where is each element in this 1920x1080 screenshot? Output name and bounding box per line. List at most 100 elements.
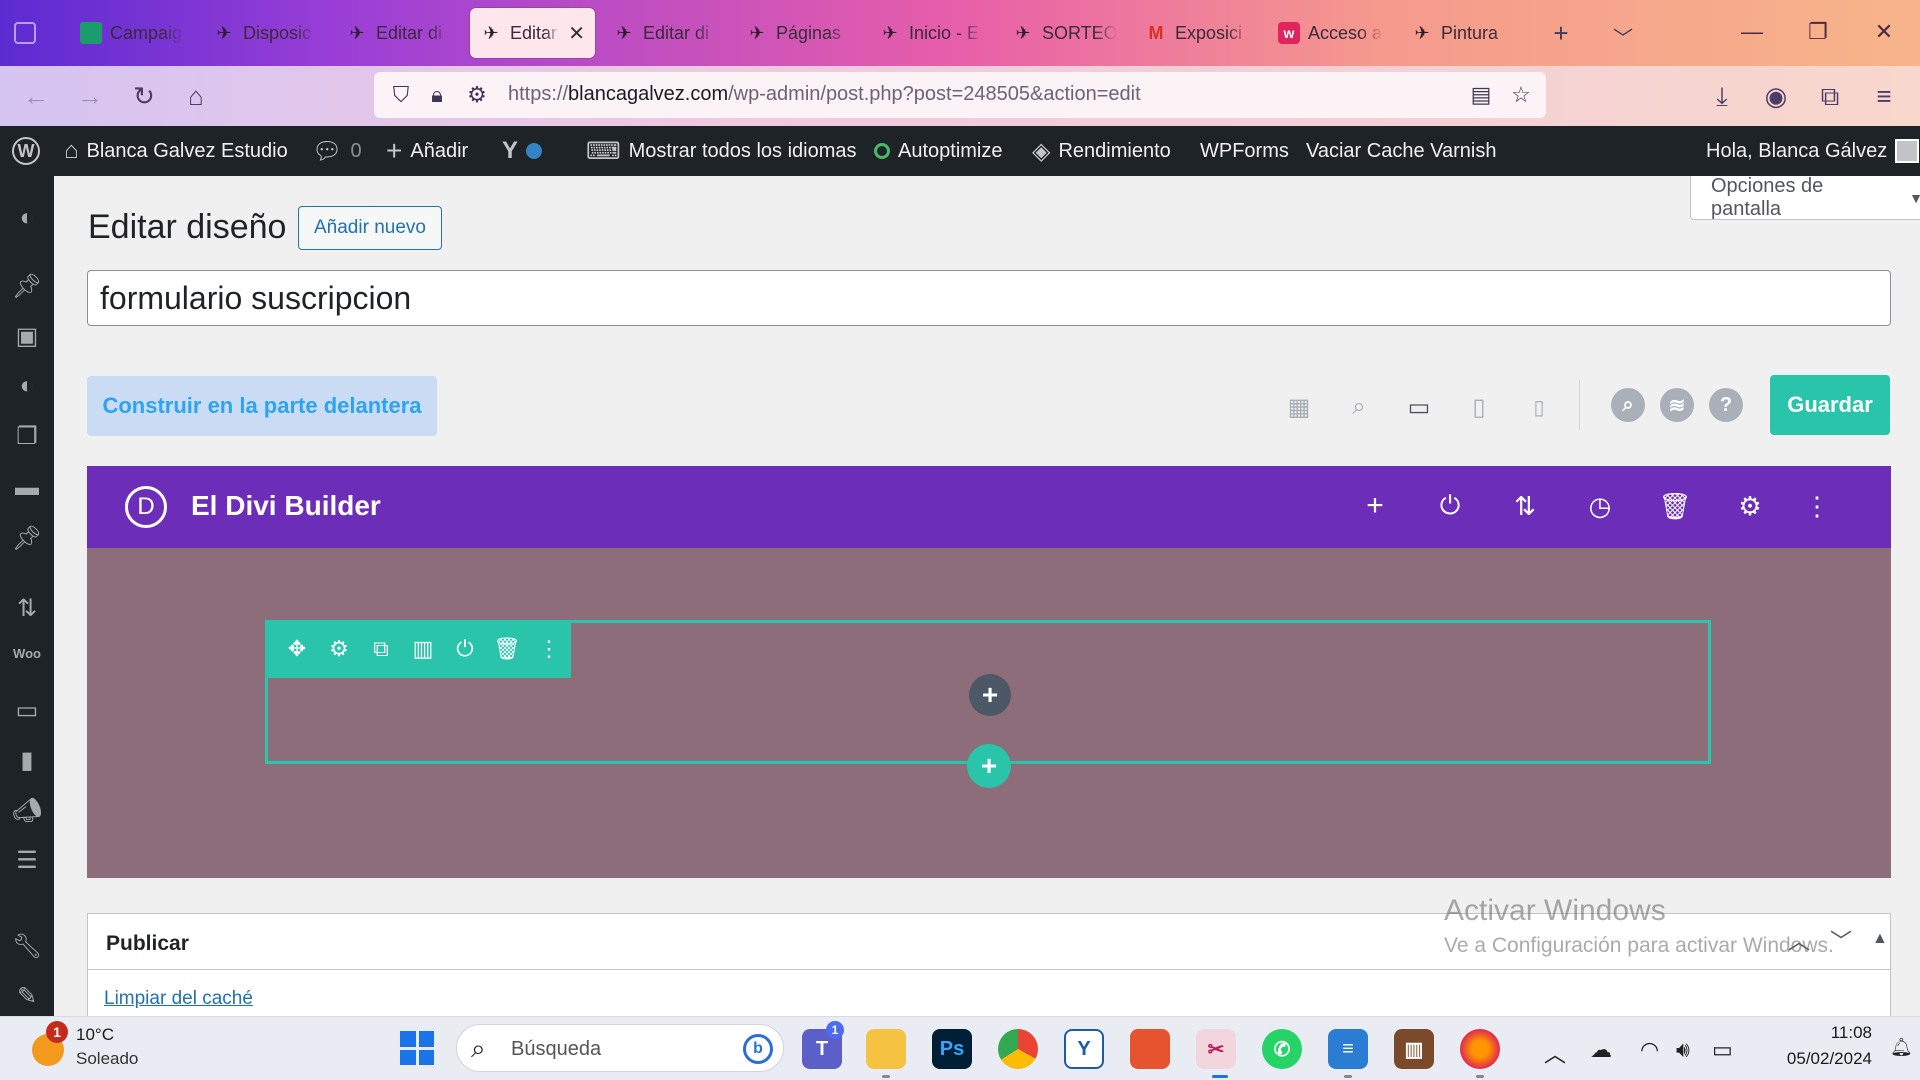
clear-cache-link[interactable]: Limpiar del caché (104, 988, 253, 1010)
volume-icon[interactable]: 🔊︎ (1676, 1037, 1690, 1063)
admin-bar-performance[interactable]: ◈ Rendimiento (1032, 126, 1171, 176)
browser-tab[interactable]: w Acceso a (1268, 8, 1393, 58)
add-row-button[interactable]: + (967, 744, 1011, 788)
post-title-input[interactable] (87, 270, 1891, 326)
tab-list-chevron-icon[interactable]: ﹀ (1608, 22, 1638, 51)
admin-bar-yoast[interactable]: Y (502, 126, 543, 176)
forms-list-icon[interactable]: ☰ (0, 846, 54, 875)
comments-icon[interactable]: ▬ (0, 474, 54, 502)
columns-icon[interactable]: ▥ (409, 636, 437, 662)
save-to-library-icon[interactable]: ⏻ (1432, 488, 1468, 524)
admin-bar-wpforms[interactable]: WPForms (1200, 126, 1289, 176)
tray-chevron-icon[interactable]: ︿ (1544, 1037, 1566, 1069)
minimize-icon[interactable]: — (1724, 14, 1780, 50)
taskbar-search[interactable]: ⌕ Búsqueda b (456, 1024, 784, 1072)
menu-hamburger-icon[interactable]: ≡ (1868, 80, 1900, 112)
browser-tab[interactable]: ✈ Inicio - E (869, 8, 994, 58)
clear-layout-trash-icon[interactable]: 🗑︎ (1657, 488, 1693, 524)
file-explorer-icon[interactable] (866, 1029, 906, 1069)
posts-pin-icon[interactable]: 📌︎ (0, 272, 54, 301)
reader-view-icon[interactable]: ▤ (1468, 82, 1494, 108)
pin-icon[interactable]: 📌︎ (0, 524, 54, 553)
extensions-icon[interactable]: ⧉ (1814, 80, 1846, 112)
lock-icon[interactable]: 🔒︎ (424, 82, 450, 108)
zoom-icon[interactable]: ⌕ (1344, 392, 1374, 422)
browser-tab[interactable]: ✈ Disposic (203, 8, 328, 58)
whatsapp-icon[interactable]: ✆ (1262, 1029, 1302, 1069)
weather-temperature[interactable]: 10°C (76, 1025, 114, 1045)
move-up-chevron-icon[interactable]: ︿ (1788, 924, 1810, 956)
dashboard-icon[interactable]: ◐ (0, 204, 54, 232)
reload-icon[interactable]: ↻ (128, 80, 160, 112)
gauge-icon[interactable]: ◐ (0, 372, 54, 400)
layers-icon[interactable]: ≋ (1660, 388, 1694, 422)
collapse-caret-icon[interactable]: ▲ (1872, 930, 1888, 948)
browser-tab-active[interactable]: ✈ Editar ✕ (470, 8, 595, 58)
firefox-icon[interactable] (1460, 1029, 1500, 1069)
layout-icon[interactable]: ▦ (1284, 392, 1314, 422)
desktop-view-icon[interactable]: ▭ (1404, 392, 1434, 422)
shield-icon[interactable]: ⛉ (388, 82, 414, 108)
wordpress-logo-icon[interactable]: W (12, 126, 40, 176)
stats-bar-icon[interactable]: ▮ (0, 746, 54, 775)
archive-icon[interactable]: ▭ (0, 696, 54, 725)
save-button[interactable]: Guardar (1770, 375, 1890, 435)
permissions-icon[interactable]: ⚙ (464, 82, 490, 108)
media-icon[interactable]: ▣ (0, 322, 54, 351)
history-icon[interactable]: ◷ (1582, 488, 1618, 524)
move-icon[interactable]: ✥ (283, 636, 311, 662)
onedrive-cloud-icon[interactable]: ☁ (1590, 1037, 1612, 1063)
address-bar[interactable]: ⛉ 🔒︎ ⚙ https://blancagalvez.com/wp-admin… (374, 72, 1546, 118)
browser-tab[interactable]: ✈ Pintura (1401, 8, 1526, 58)
close-window-icon[interactable]: ✕ (1856, 14, 1912, 50)
battery-icon[interactable]: ▭ (1712, 1037, 1733, 1063)
tablet-view-icon[interactable]: ▯ (1464, 392, 1494, 422)
forward-icon[interactable]: → (74, 80, 106, 112)
bookmark-star-icon[interactable]: ☆ (1508, 82, 1534, 108)
add-new-button[interactable]: Añadir nuevo (298, 206, 442, 250)
books-icon[interactable]: ▥ (1394, 1029, 1434, 1069)
admin-bar-varnish[interactable]: Vaciar Cache Varnish (1306, 126, 1496, 176)
admin-bar-site[interactable]: ⌂ Blanca Galvez Estudio (64, 126, 288, 176)
build-on-front-button[interactable]: Construir en la parte delantera (87, 376, 437, 436)
snipping-tool-icon[interactable]: ✂ (1196, 1029, 1236, 1069)
plugins-icon[interactable]: ✎ (0, 982, 54, 1011)
chrome-icon[interactable] (998, 1029, 1038, 1069)
clock-time[interactable]: 11:08 (1800, 1023, 1872, 1043)
admin-bar-add[interactable]: + Añadir (386, 126, 468, 176)
phone-view-icon[interactable]: ▯ (1524, 392, 1554, 422)
restore-icon[interactable]: ❐ (1790, 14, 1846, 50)
browser-tab[interactable]: ✈ SORTEO (1002, 8, 1127, 58)
browser-tab[interactable]: Campaig (70, 8, 195, 58)
pages-icon[interactable]: ❐ (0, 422, 54, 451)
save-module-icon[interactable]: ⏻ (451, 636, 479, 662)
download-icon[interactable]: ⤓ (1706, 80, 1738, 112)
browser-tab[interactable]: ✈ Editar di (336, 8, 461, 58)
more-options-icon[interactable]: ⋮ (1799, 488, 1835, 524)
yammer-icon[interactable]: Y (1064, 1029, 1104, 1069)
move-down-chevron-icon[interactable]: ﹀ (1830, 924, 1852, 956)
browser-tab[interactable]: ✈ Editar di (603, 8, 728, 58)
clock-date[interactable]: 05/02/2024 (1760, 1049, 1872, 1069)
bing-icon[interactable]: b (743, 1034, 773, 1064)
notifications-icon[interactable]: 🔔︎ (1890, 1037, 1913, 1058)
admin-bar-autoptimize[interactable]: Autoptimize (874, 126, 1003, 176)
duplicate-icon[interactable]: ⧉ (367, 636, 395, 662)
row-settings-gear-icon[interactable]: ⚙ (325, 636, 353, 662)
browser-tab[interactable]: ✈ Páginas (736, 8, 861, 58)
start-windows-icon[interactable] (400, 1031, 434, 1065)
wifi-icon[interactable]: ◠ (1640, 1037, 1659, 1063)
admin-bar-comments[interactable]: 💬︎ 0 (312, 126, 362, 176)
photoshop-icon[interactable]: Ps (932, 1029, 972, 1069)
add-module-button[interactable]: + (969, 674, 1011, 716)
url-text[interactable]: https://blancagalvez.com/wp-admin/post.p… (508, 83, 1141, 106)
notepad-icon[interactable]: ≡ (1328, 1029, 1368, 1069)
weather-description[interactable]: Soleado (76, 1049, 138, 1069)
home-icon[interactable]: ⌂ (180, 80, 212, 112)
delete-row-trash-icon[interactable]: 🗑︎ (493, 636, 521, 662)
search-icon[interactable]: ⌕ (1611, 388, 1645, 422)
screen-options-button[interactable]: Opciones de pantalla ▼ (1690, 175, 1920, 220)
new-tab-icon[interactable]: + (1546, 18, 1576, 49)
admin-bar-account[interactable]: Hola, Blanca Gálvez (1706, 126, 1920, 176)
row-more-icon[interactable]: ⋮ (535, 636, 563, 662)
